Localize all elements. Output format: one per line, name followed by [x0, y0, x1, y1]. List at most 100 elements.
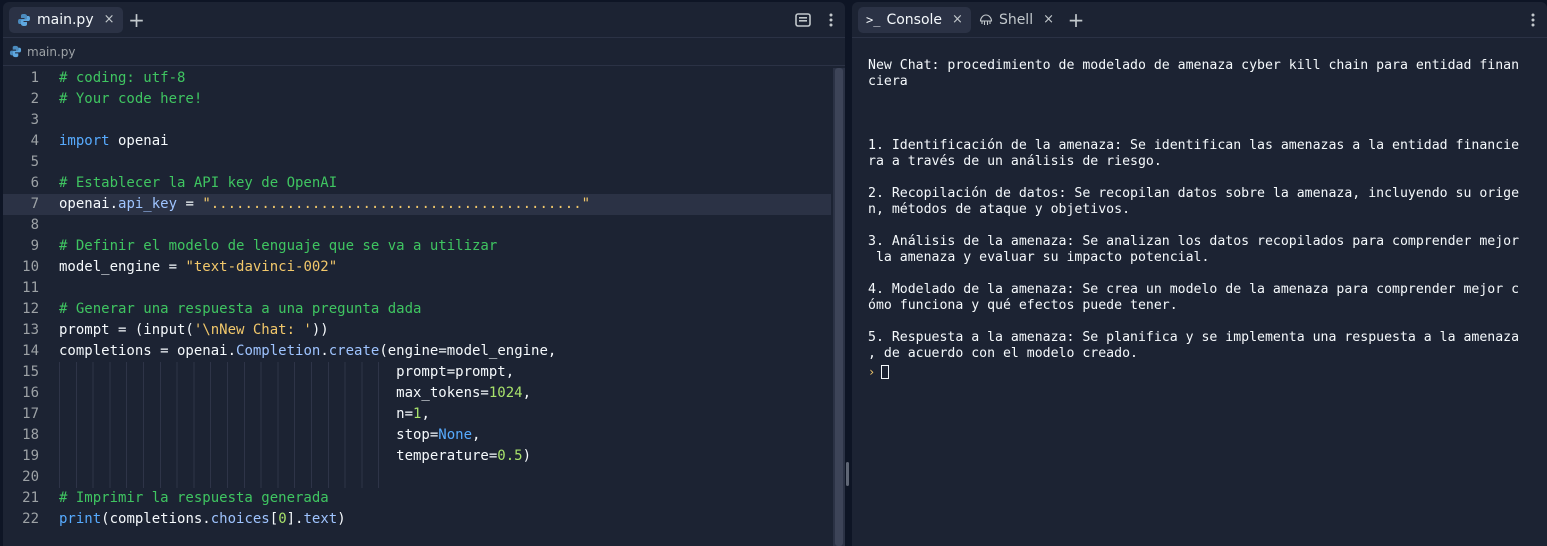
code-line[interactable]: 21 # Imprimir la respuesta generada	[3, 488, 831, 509]
console-paragraph: 1. Identificación de la amenaza: Se iden…	[868, 138, 1520, 169]
console-paragraph: 2. Recopilación de datos: Se recopilan d…	[868, 186, 1520, 217]
line-number: 8	[30, 217, 39, 233]
code-token: )	[522, 448, 532, 464]
code-line[interactable]: 8	[3, 215, 831, 236]
code-token: 0	[278, 511, 287, 527]
code-line[interactable]: 15 prompt=prompt,	[3, 362, 831, 383]
code-token: text	[303, 511, 338, 527]
code-line[interactable]: 12 # Generar una respuesta a una pregunta…	[3, 299, 831, 320]
code-line[interactable]: 1 # coding: utf-8	[3, 68, 831, 89]
code-line[interactable]: 20	[3, 467, 831, 488]
more-options-icon[interactable]	[1519, 7, 1547, 33]
close-tab-button[interactable]: ×	[1043, 12, 1054, 27]
console-tabbar: >_ Console × Shell × +	[852, 2, 1547, 38]
code-text: # Your code here!	[59, 89, 202, 110]
code-token: # Generar una respuesta a una pregunta d…	[59, 301, 422, 317]
code-text: model_engine = "text-davinci-002"	[59, 257, 337, 278]
scrollbar-thumb[interactable]	[835, 68, 843, 546]
line-number: 6	[30, 175, 39, 191]
code-token: choices	[210, 511, 270, 527]
code-token: ))	[311, 322, 329, 338]
editor-pane: main.py × + main.py 1 # coding: utf-8 2 # Y…	[3, 2, 845, 546]
code-text: max_tokens=1024,	[59, 383, 531, 404]
console-paragraph: 4. Modelado de la amenaza: Se crea un mo…	[868, 282, 1520, 313]
line-number: 21	[22, 490, 39, 506]
close-tab-button[interactable]: ×	[104, 12, 115, 27]
console-header: New Chat: procedimiento de modelado de a…	[868, 58, 1520, 89]
tab-console[interactable]: >_ Console ×	[858, 6, 971, 33]
code-editor[interactable]: 1 # coding: utf-8 2 # Your code here! 3 4 impo…	[3, 68, 831, 546]
code-line[interactable]: 10 model_engine = "text-davinci-002"	[3, 257, 831, 278]
code-line[interactable]: 18 stop=None,	[3, 425, 831, 446]
code-line[interactable]: 9 # Definir el modelo de lenguaje que se …	[3, 236, 831, 257]
code-text: # coding: utf-8	[59, 68, 185, 89]
code-text: stop=None,	[59, 425, 480, 446]
code-line[interactable]: 17 n=1,	[3, 404, 831, 425]
line-number: 17	[22, 406, 39, 422]
code-token: # Establecer la API key de OpenAI	[59, 175, 338, 191]
tab-main-py[interactable]: main.py ×	[9, 6, 123, 33]
code-token: completions = openai.	[59, 343, 237, 359]
code-token: model_engine =	[59, 259, 186, 275]
code-token: ,	[472, 427, 481, 443]
add-tab-button[interactable]: +	[1062, 7, 1090, 33]
code-token: )	[337, 511, 346, 527]
code-line[interactable]: 19 temperature=0.5)	[3, 446, 831, 467]
code-text: # Imprimir la respuesta generada	[59, 488, 329, 509]
tab-label: Console	[886, 11, 943, 28]
tab-label: main.py	[37, 11, 94, 28]
code-token: (engine=model_engine,	[379, 343, 557, 359]
console-pane: >_ Console × Shell × + New Chat: procedi…	[852, 2, 1547, 546]
add-tab-button[interactable]: +	[123, 7, 151, 33]
code-token: openai	[109, 133, 169, 149]
shell-icon	[979, 13, 992, 25]
code-line[interactable]: 22 print(completions.choices[0].text)	[3, 509, 831, 530]
close-tab-button[interactable]: ×	[952, 12, 963, 27]
code-token: None	[438, 427, 473, 443]
tab-shell[interactable]: Shell ×	[971, 7, 1062, 33]
editor-scrollbar[interactable]	[833, 68, 845, 546]
code-token: "text-davinci-002"	[185, 259, 338, 275]
line-number: 16	[22, 385, 39, 401]
line-number: 15	[22, 364, 39, 380]
code-line[interactable]: 2 # Your code here!	[3, 89, 831, 110]
code-token: import	[59, 133, 110, 149]
pane-resize-handle[interactable]	[846, 462, 849, 486]
console-input-line[interactable]: ›	[868, 364, 1531, 380]
code-token: prompt=prompt,	[59, 364, 515, 380]
code-token: prompt = (input(	[59, 322, 194, 338]
code-text: prompt=prompt,	[59, 362, 514, 383]
code-text: prompt = (input('\nNew Chat: '))	[59, 320, 329, 341]
more-options-icon[interactable]	[817, 7, 845, 33]
line-number: 18	[22, 427, 39, 443]
code-line[interactable]: 4 import openai	[3, 131, 831, 152]
console-paragraph: 3. Análisis de la amenaza: Se analizan l…	[868, 234, 1520, 265]
code-line[interactable]: 5	[3, 152, 831, 173]
console-paragraph: 5. Respuesta a la amenaza: Se planifica …	[868, 330, 1520, 361]
code-token: # coding: utf-8	[59, 70, 186, 86]
line-number: 22	[22, 511, 39, 527]
code-line[interactable]: 11	[3, 278, 831, 299]
code-token: # Definir el modelo de lenguaje que se v…	[59, 238, 498, 254]
format-icon[interactable]	[789, 7, 817, 33]
line-number: 3	[30, 112, 39, 128]
code-line[interactable]: 16 max_tokens=1024,	[3, 383, 831, 404]
console-output[interactable]: New Chat: procedimiento de modelado de a…	[852, 38, 1547, 380]
code-token: ].	[286, 511, 304, 527]
code-text: openai.api_key = "......................…	[59, 194, 590, 215]
code-line[interactable]: 13 prompt = (input('\nNew Chat: '))	[3, 320, 831, 341]
code-token: =	[177, 196, 203, 212]
code-token: 0.5	[497, 448, 523, 464]
code-text: temperature=0.5)	[59, 446, 531, 467]
breadcrumb[interactable]: main.py	[3, 38, 845, 66]
code-text: import openai	[59, 131, 169, 152]
code-line[interactable]: 6 # Establecer la API key de OpenAI	[3, 173, 831, 194]
code-line[interactable]: 14 completions = openai.Completion.create…	[3, 341, 831, 362]
code-line[interactable]: 3	[3, 110, 831, 131]
code-token: openai.	[59, 196, 119, 212]
code-token: [	[269, 511, 279, 527]
code-token: n=	[59, 406, 414, 422]
breadcrumb-label: main.py	[27, 44, 76, 59]
code-token: create	[328, 343, 380, 359]
code-line[interactable]: 7 openai.api_key = ".....................…	[3, 194, 831, 215]
